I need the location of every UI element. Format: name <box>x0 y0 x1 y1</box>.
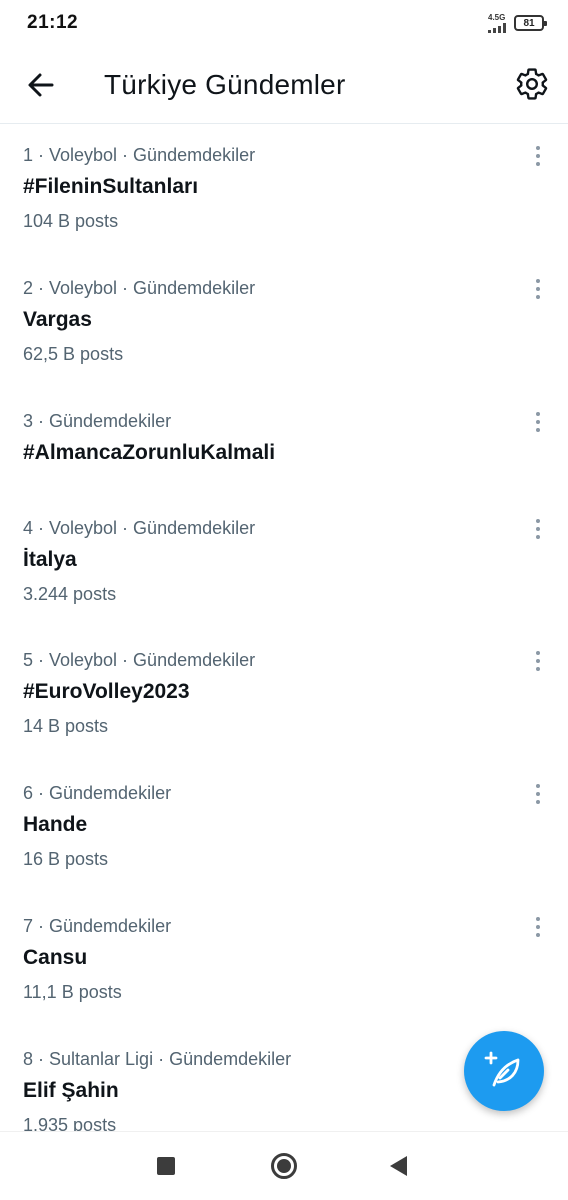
compose-button[interactable] <box>464 1031 544 1111</box>
trend-meta: 5 · Voleybol · Gündemdekiler <box>23 650 256 671</box>
trend-post-count: 1.935 posts <box>23 1114 117 1131</box>
trend-name: #FileninSultanları <box>23 175 199 198</box>
recents-square-icon[interactable] <box>157 1157 175 1175</box>
more-options-icon[interactable] <box>528 409 548 435</box>
status-time: 21:12 <box>27 12 79 33</box>
arrow-left-icon <box>28 73 54 97</box>
trend-name: Elif Şahin <box>23 1078 119 1102</box>
home-circle-icon[interactable] <box>271 1153 297 1179</box>
gear-icon <box>516 68 548 100</box>
trend-meta: 1 · Voleybol · Gündemdekiler <box>23 145 256 165</box>
status-icons: 4.5G 81 <box>488 12 547 34</box>
trend-item[interactable]: 4 · Voleybol · Gündemdekiler İtalya 3.24… <box>0 498 568 631</box>
system-nav-bar <box>0 1131 568 1200</box>
trend-meta: 3 · Gündemdekiler <box>23 410 172 431</box>
battery-icon: 81 <box>514 15 547 31</box>
network-indicator: 4.5G <box>488 12 506 33</box>
signal-icon <box>488 22 506 33</box>
battery-level: 81 <box>523 17 535 29</box>
trend-post-count: 62,5 B posts <box>23 343 124 364</box>
trend-name: #AlmancaZorunluKalmali <box>23 440 276 464</box>
trend-item[interactable]: 3 · Gündemdekiler #AlmancaZorunluKalmali <box>0 391 568 498</box>
more-options-icon[interactable] <box>528 781 548 807</box>
status-bar: 21:12 4.5G 81 <box>0 0 568 46</box>
trend-post-count: 3.244 posts <box>23 583 117 604</box>
more-options-icon[interactable] <box>528 648 548 674</box>
trend-name: Cansu <box>23 945 88 969</box>
app-header: Türkiye Gündemler <box>0 46 568 124</box>
trend-name: İtalya <box>23 547 77 571</box>
back-button[interactable] <box>22 66 60 104</box>
trend-item[interactable]: 6 · Gündemdekiler Hande 16 B posts <box>0 763 568 896</box>
trend-post-count: 11,1 B posts <box>23 981 122 1002</box>
more-options-icon[interactable] <box>528 276 548 302</box>
trend-meta: 6 · Gündemdekiler <box>23 783 172 804</box>
trend-name: #EuroVolley2023 <box>23 680 190 704</box>
trend-item[interactable]: 1 · Voleybol · Gündemdekiler #FileninSul… <box>0 125 568 258</box>
network-label: 4.5G <box>488 12 506 22</box>
more-options-icon[interactable] <box>528 143 548 169</box>
trend-meta: 8 · Sultanlar Ligi · Gündemdekiler <box>23 1048 292 1069</box>
trend-name: Vargas <box>23 307 92 331</box>
trend-meta: 4 · Voleybol · Gündemdekiler <box>23 517 256 538</box>
trend-meta: 2 · Voleybol · Gündemdekiler <box>23 277 256 298</box>
trend-post-count: 16 B posts <box>23 849 109 870</box>
trend-post-count: 104 B posts <box>23 211 119 231</box>
back-triangle-icon[interactable] <box>390 1156 407 1176</box>
page-title: Türkiye Gündemler <box>104 69 346 100</box>
trends-list: 1 · Voleybol · Gündemdekiler #FileninSul… <box>0 125 568 1131</box>
trend-item[interactable]: 2 · Voleybol · Gündemdekiler Vargas 62,5… <box>0 258 568 391</box>
trend-meta: 7 · Gündemdekiler <box>23 915 172 936</box>
trend-post-count: 14 B posts <box>23 716 109 737</box>
trend-item[interactable]: 5 · Voleybol · Gündemdekiler #EuroVolley… <box>0 630 568 763</box>
trend-item[interactable]: 7 · Gündemdekiler Cansu 11,1 B posts <box>0 896 568 1029</box>
screen: 21:12 4.5G 81 Türkiye Gündemler 1 · Vole… <box>0 0 568 1200</box>
more-options-icon[interactable] <box>528 516 548 542</box>
compose-feather-icon <box>484 1051 520 1087</box>
more-options-icon[interactable] <box>528 914 548 940</box>
trend-name: Hande <box>23 813 88 837</box>
settings-button[interactable] <box>514 66 550 102</box>
